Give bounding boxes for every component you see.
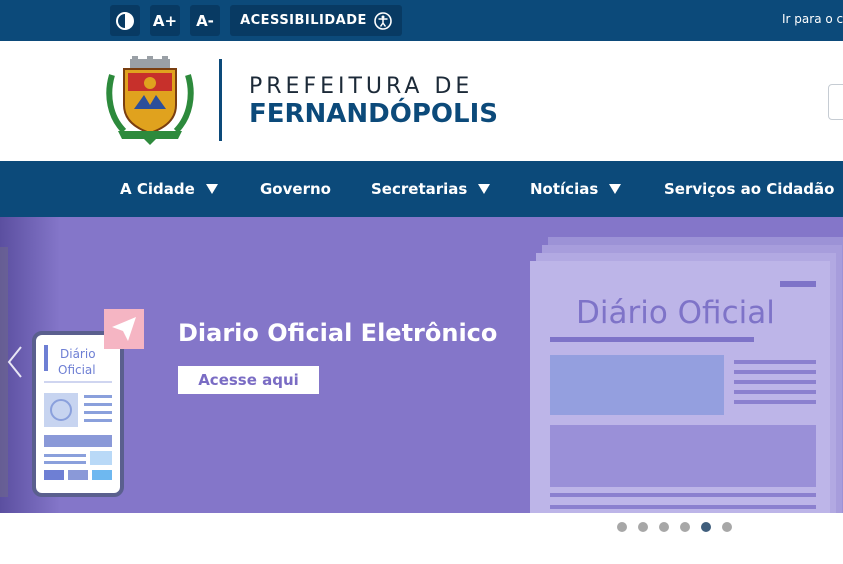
nav-item-label: Notícias	[530, 180, 599, 198]
nav-item-label: Serviços ao Cidadão	[664, 180, 835, 198]
search-input[interactable]	[828, 84, 843, 120]
site-title-line1: PREFEITURA DE	[249, 74, 474, 99]
caret-down-icon	[205, 184, 218, 194]
nav-item-label: A Cidade	[120, 180, 195, 198]
carousel-dot[interactable]	[638, 522, 648, 532]
carousel-dot[interactable]	[722, 522, 732, 532]
header-divider	[219, 59, 222, 141]
phone-illustration: Diário Oficial	[32, 309, 144, 497]
contrast-icon	[116, 11, 134, 30]
nav-item-governo[interactable]: Governo	[260, 161, 331, 217]
banner-title: Diario Oficial Eletrônico	[178, 319, 498, 347]
newspaper-illustration: Diário Oficial	[530, 237, 843, 513]
hero-carousel: Diário Oficial Diario Oficial Eletrônico…	[0, 217, 843, 513]
decrease-font-button[interactable]: A-	[190, 5, 220, 36]
caret-down-icon	[609, 184, 622, 194]
phone-text-line1: Diário	[60, 347, 96, 361]
contrast-toggle-button[interactable]	[110, 5, 140, 36]
banner-cta-button[interactable]: Acesse aqui	[178, 366, 319, 394]
phone-text-line2: Oficial	[58, 363, 96, 377]
site-header: PREFEITURA DE FERNANDÓPOLIS	[0, 41, 843, 161]
carousel-dot[interactable]	[617, 522, 627, 532]
nav-item-secretarias[interactable]: Secretarias	[371, 161, 491, 217]
accessibility-icon	[374, 11, 392, 30]
accessibility-label: ACESSIBILIDADE	[240, 13, 367, 28]
municipal-crest-icon[interactable]	[104, 55, 196, 147]
nav-item-noticias[interactable]: Notícias	[530, 161, 622, 217]
carousel-dot[interactable]	[680, 522, 690, 532]
caret-down-icon	[478, 184, 491, 194]
newspaper-title: Diário Oficial	[576, 295, 775, 331]
nav-item-a-cidade[interactable]: A Cidade	[120, 161, 218, 217]
carousel-dot[interactable]	[659, 522, 669, 532]
nav-item-label: Secretarias	[371, 180, 468, 198]
chevron-left-icon[interactable]	[6, 345, 24, 379]
carousel-dot[interactable]	[701, 522, 711, 532]
increase-font-button[interactable]: A+	[150, 5, 180, 36]
skip-to-content-link[interactable]: Ir para o c	[782, 12, 843, 26]
site-title-line2[interactable]: FERNANDÓPOLIS	[249, 99, 498, 129]
carousel-indicators	[617, 522, 732, 532]
nav-item-label: Governo	[260, 180, 331, 198]
nav-item-servicos[interactable]: Serviços ao Cidadão	[664, 161, 834, 217]
accessibility-button[interactable]: ACESSIBILIDADE	[230, 5, 402, 36]
accessibility-bar: A+ A- ACESSIBILIDADE Ir para o c	[0, 0, 843, 41]
main-navigation: A Cidade Governo Secretarias Notícias Se…	[0, 161, 843, 217]
